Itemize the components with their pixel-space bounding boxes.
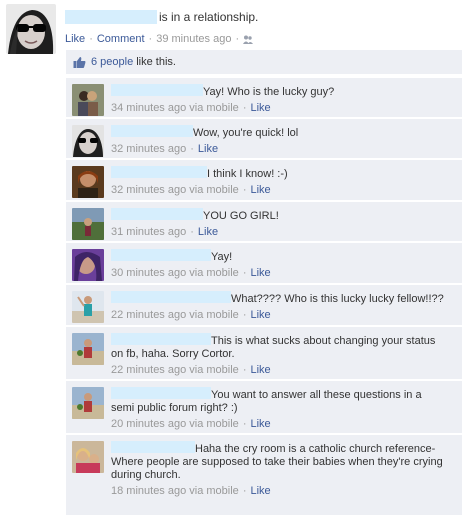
comment-text: I think I know! :-) [111, 166, 456, 181]
people-icon[interactable] [243, 35, 254, 44]
status-headline: is in a relationship. [65, 7, 461, 27]
comment-timestamp[interactable]: 20 minutes ago [111, 418, 186, 430]
comment-item: This is what sucks about changing your s… [66, 327, 462, 379]
comment-like-link[interactable]: Like [198, 226, 218, 238]
via-mobile[interactable]: via mobile [189, 267, 239, 279]
commenter-avatar[interactable] [72, 291, 104, 323]
comment-timestamp[interactable]: 31 minutes ago [111, 226, 186, 238]
status-text: is in a relationship. [159, 10, 259, 24]
comment-meta: 32 minutes ago · Like [111, 143, 456, 156]
via-mobile[interactable]: via mobile [189, 485, 239, 497]
comment-meta: 32 minutes ago via mobile · Like [111, 184, 456, 197]
commenter-avatar[interactable] [72, 125, 104, 157]
separator-dot: · [190, 143, 194, 155]
commenter-avatar[interactable] [72, 333, 104, 365]
comment-item: You want to answer all these questions i… [66, 381, 462, 433]
comment-timestamp[interactable]: 22 minutes ago [111, 364, 186, 376]
commenter-avatar[interactable] [72, 387, 104, 419]
comment-like-link[interactable]: Like [250, 184, 270, 196]
separator-dot: · [242, 309, 247, 321]
story-timestamp[interactable]: 39 minutes ago [156, 33, 231, 45]
comment-item: Yay! Who is the lucky guy? 34 minutes ag… [66, 78, 462, 117]
comment-text: Yay! Who is the lucky guy? [111, 84, 456, 99]
comment-like-link[interactable]: Like [250, 418, 270, 430]
comment-meta: 34 minutes ago via mobile · Like [111, 102, 456, 115]
comment-link[interactable]: Comment [97, 33, 145, 45]
redacted-name [111, 387, 211, 399]
feedback-box: 6 people like this. Yay! Who is the luck… [66, 50, 462, 517]
status-story: is in a relationship. Like · Comment · 3… [0, 0, 468, 517]
comment-timestamp[interactable]: 32 minutes ago [111, 184, 186, 196]
comment-item: I think I know! :-) 32 minutes ago via m… [66, 160, 462, 200]
comment-meta: 22 minutes ago via mobile · Like [111, 364, 456, 377]
comment-timestamp[interactable]: 32 minutes ago [111, 143, 186, 155]
comment-like-link[interactable]: Like [198, 143, 218, 155]
separator-dot: · [89, 33, 93, 45]
comment-like-link[interactable]: Like [250, 102, 270, 114]
redacted-name [111, 249, 211, 261]
redacted-name [111, 208, 203, 220]
comment-timestamp[interactable]: 30 minutes ago [111, 267, 186, 279]
comment-meta: 18 minutes ago via mobile · Like [111, 485, 456, 498]
comment-like-link[interactable]: Like [250, 364, 270, 376]
comment-like-link[interactable]: Like [250, 309, 270, 321]
story-actions: Like · Comment · 39 minutes ago · [65, 31, 461, 47]
comment-item: YOU GO GIRL! 31 minutes ago · Like [66, 202, 462, 241]
via-mobile[interactable]: via mobile [189, 184, 239, 196]
likers-link[interactable]: 6 people [91, 56, 133, 68]
redacted-name [111, 125, 193, 137]
separator-dot: · [148, 33, 153, 45]
comment-timestamp[interactable]: 34 minutes ago [111, 102, 186, 114]
redacted-name [111, 333, 211, 345]
commenter-avatar[interactable] [72, 208, 104, 240]
redacted-name [65, 10, 157, 24]
comment-item: Wow, you're quick! lol 32 minutes ago · Li… [66, 119, 462, 158]
separator-dot: · [235, 33, 240, 45]
separator-dot: · [242, 267, 247, 279]
comment-meta: 20 minutes ago via mobile · Like [111, 418, 456, 431]
redacted-name [111, 291, 231, 303]
comment-text: What???? Who is this lucky lucky fellow!… [111, 291, 456, 306]
comment-timestamp[interactable]: 22 minutes ago [111, 309, 186, 321]
thumbs-up-icon [73, 56, 86, 69]
comment-item: Yay! 30 minutes ago via mobile · Like [66, 243, 462, 283]
comment-text: Haha the cry room is a catholic church r… [111, 441, 443, 481]
commenter-avatar[interactable] [72, 166, 104, 198]
redacted-name [111, 441, 195, 453]
comment-text: This is what sucks about changing your s… [111, 333, 436, 360]
separator-dot: · [242, 102, 247, 114]
separator-dot: · [242, 364, 247, 376]
like-link[interactable]: Like [65, 33, 85, 45]
comment-text: Wow, you're quick! lol [111, 125, 456, 140]
comment-item: Haha the cry room is a catholic church r… [66, 435, 462, 515]
comment-text: Yay! [111, 249, 456, 264]
via-mobile[interactable]: via mobile [189, 364, 239, 376]
separator-dot: · [242, 418, 247, 430]
commenter-avatar[interactable] [72, 441, 104, 473]
woman-in-sunglasses-avatar[interactable] [6, 4, 56, 54]
comment-text: You want to answer all these questions i… [111, 387, 422, 414]
separator-dot: · [242, 485, 247, 497]
comment-meta: 22 minutes ago via mobile · Like [111, 309, 456, 322]
comment-timestamp[interactable]: 18 minutes ago [111, 485, 186, 497]
separator-dot: · [190, 226, 194, 238]
likes-suffix: like this. [136, 56, 176, 68]
comment-like-link[interactable]: Like [250, 485, 270, 497]
comment-like-link[interactable]: Like [250, 267, 270, 279]
likes-summary: 6 people like this. [66, 50, 462, 74]
comment-meta: 30 minutes ago via mobile · Like [111, 267, 456, 280]
via-mobile[interactable]: via mobile [189, 418, 239, 430]
comment-item: What???? Who is this lucky lucky fellow!… [66, 285, 462, 325]
comment-meta: 31 minutes ago · Like [111, 226, 456, 239]
redacted-name [111, 166, 207, 178]
separator-dot: · [242, 184, 247, 196]
redacted-name [111, 84, 203, 96]
commenter-avatar[interactable] [72, 249, 104, 281]
comment-text: YOU GO GIRL! [111, 208, 456, 223]
commenter-avatar[interactable] [72, 84, 104, 116]
via-mobile[interactable]: via mobile [189, 309, 239, 321]
via-mobile[interactable]: via mobile [189, 102, 239, 114]
